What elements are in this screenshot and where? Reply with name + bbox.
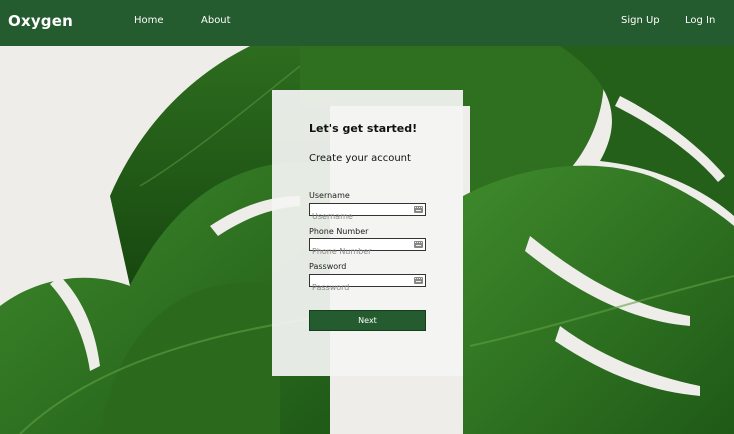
next-button[interactable]: Next <box>309 310 426 331</box>
top-navbar: Oxygen Home About Sign Up Log In <box>0 0 734 46</box>
nav-link-about[interactable]: About <box>201 15 231 26</box>
password-manager-key-icon[interactable] <box>414 241 423 248</box>
phone-number-field-wrapper <box>309 238 426 257</box>
password-manager-key-icon[interactable] <box>414 206 423 213</box>
username-field-wrapper <box>309 203 426 222</box>
phone-number-label: Phone Number <box>309 227 369 236</box>
password-label: Password <box>309 262 347 271</box>
phone-number-input[interactable] <box>310 246 425 257</box>
nav-link-log-in[interactable]: Log In <box>685 15 715 26</box>
signup-card: Let's get started! Create your account U… <box>272 90 463 376</box>
signup-card-subtitle: Create your account <box>309 153 411 164</box>
nav-link-home[interactable]: Home <box>134 15 164 26</box>
username-label: Username <box>309 191 350 200</box>
password-manager-key-icon[interactable] <box>414 277 423 284</box>
username-input[interactable] <box>310 211 425 222</box>
signup-card-title: Let's get started! <box>309 122 418 135</box>
nav-link-sign-up[interactable]: Sign Up <box>621 15 660 26</box>
password-input[interactable] <box>310 282 425 293</box>
brand-logo[interactable]: Oxygen <box>8 12 73 30</box>
password-field-wrapper <box>309 274 426 293</box>
